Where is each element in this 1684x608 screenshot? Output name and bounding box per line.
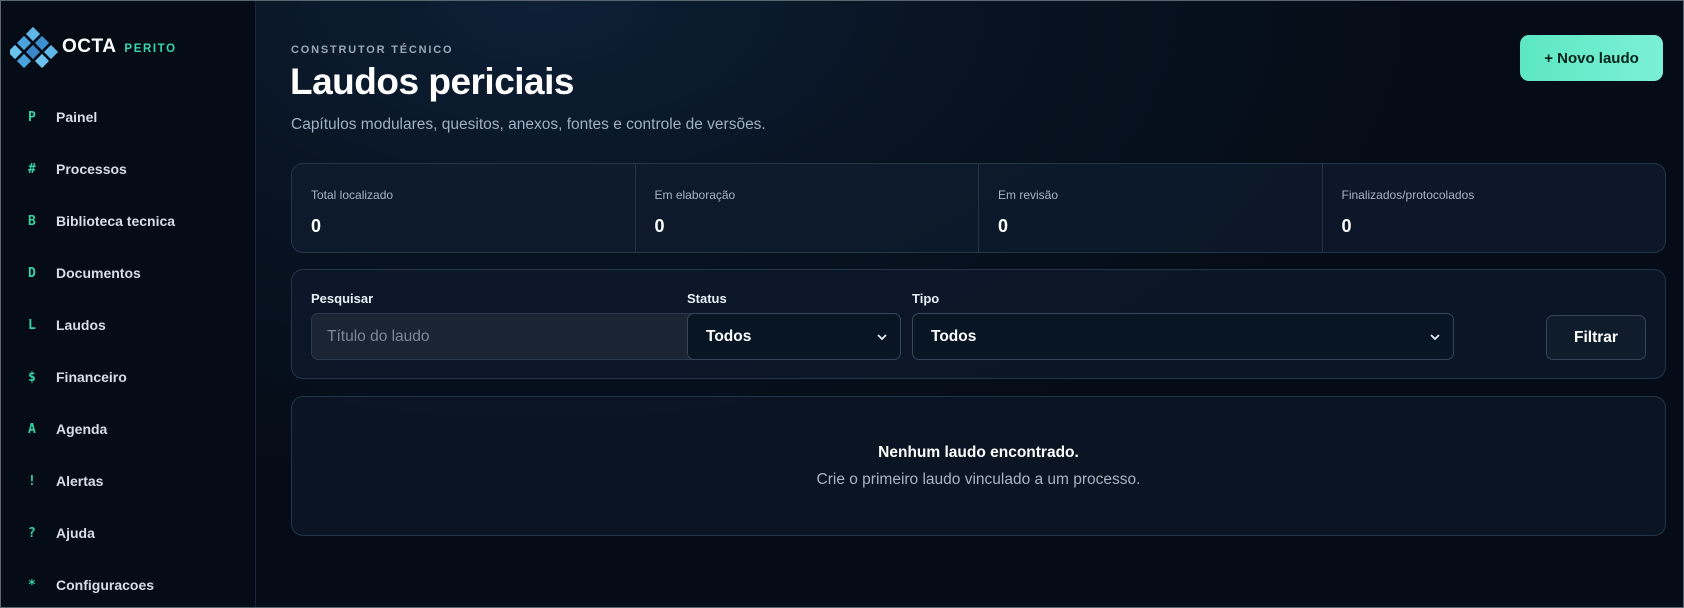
processos-icon: # <box>28 161 36 177</box>
sidebar-item-label: Ajuda <box>56 525 95 541</box>
chevron-down-icon <box>1430 333 1440 340</box>
sidebar-item-label: Painel <box>56 109 98 125</box>
stat-value: 0 <box>1341 216 1352 236</box>
filters-panel: Pesquisar Status Todos Tipo Todos Filtra… <box>291 269 1666 379</box>
brand-name: OCTA <box>62 36 117 57</box>
status-select-value: Todos <box>706 327 752 345</box>
stat-label: Finalizados/protocolados <box>1341 188 1475 202</box>
status-select[interactable]: Todos <box>687 313 901 360</box>
stat-total: Total localizado 0 <box>292 164 636 252</box>
stat-label: Em revisão <box>998 188 1059 202</box>
sidebar-item-biblioteca[interactable]: B Biblioteca tecnica <box>1 195 255 247</box>
stat-label: Total localizado <box>311 188 394 202</box>
sidebar-nav: P Painel # Processos B Biblioteca tecnic… <box>1 91 255 608</box>
new-laudo-button[interactable]: + Novo laudo <box>1520 35 1663 81</box>
sidebar: OCTA PERITO P Painel # Processos B Bibli… <box>1 1 256 607</box>
stats-panel: Total localizado 0 Em elaboração 0 Em re… <box>291 163 1666 253</box>
documentos-icon: D <box>28 265 36 281</box>
sidebar-item-label: Configuracoes <box>56 577 155 593</box>
painel-icon: P <box>28 109 36 125</box>
empty-state: Nenhum laudo encontrado. Crie o primeiro… <box>291 396 1666 536</box>
sidebar-item-processos[interactable]: # Processos <box>1 143 255 195</box>
app-window: OCTA PERITO P Painel # Processos B Bibli… <box>0 0 1684 608</box>
octa-logo-icon <box>10 26 59 68</box>
sidebar-item-label: Processos <box>56 161 127 177</box>
sidebar-item-label: Financeiro <box>56 369 127 385</box>
sidebar-item-laudos[interactable]: L Laudos <box>1 299 255 351</box>
search-input[interactable] <box>311 313 702 360</box>
tipo-label: Tipo <box>912 291 940 306</box>
chevron-down-icon <box>877 333 887 340</box>
biblioteca-icon: B <box>28 213 36 229</box>
sidebar-item-agenda[interactable]: A Agenda <box>1 403 255 455</box>
stat-em-revisao: Em revisão 0 <box>979 164 1323 252</box>
main-content: CONSTRUTOR TÉCNICO Laudos periciais Capí… <box>256 1 1683 607</box>
sidebar-item-documentos[interactable]: D Documentos <box>1 247 255 299</box>
stat-label: Em elaboração <box>654 188 736 202</box>
page-subtitle: Capítulos modulares, quesitos, anexos, f… <box>291 116 766 133</box>
empty-state-text: Crie o primeiro laudo vinculado a um pro… <box>816 471 1141 488</box>
agenda-icon: A <box>28 421 36 437</box>
laudos-icon: L <box>28 317 36 333</box>
ajuda-icon: ? <box>28 525 36 541</box>
tipo-select-value: Todos <box>931 327 977 345</box>
stat-em-elaboracao: Em elaboração 0 <box>636 164 979 252</box>
sidebar-item-label: Agenda <box>56 421 108 437</box>
filter-button[interactable]: Filtrar <box>1546 315 1646 360</box>
page-eyebrow: CONSTRUTOR TÉCNICO <box>291 44 454 56</box>
stat-value: 0 <box>654 216 665 236</box>
sidebar-item-label: Laudos <box>56 317 106 333</box>
page-title: Laudos periciais <box>290 61 575 102</box>
sidebar-item-label: Alertas <box>56 473 104 489</box>
sidebar-item-alertas[interactable]: ! Alertas <box>1 455 255 507</box>
brand-subtitle: PERITO <box>124 42 177 55</box>
sidebar-item-configuracoes[interactable]: * Configuracoes <box>1 559 255 608</box>
sidebar-item-label: Biblioteca tecnica <box>56 213 176 229</box>
sidebar-item-financeiro[interactable]: $ Financeiro <box>1 351 255 403</box>
status-label: Status <box>687 291 727 306</box>
stat-finalizados: Finalizados/protocolados 0 <box>1323 164 1666 252</box>
alertas-icon: ! <box>28 473 36 489</box>
sidebar-item-ajuda[interactable]: ? Ajuda <box>1 507 255 559</box>
sidebar-item-painel[interactable]: P Painel <box>1 91 255 143</box>
stat-value: 0 <box>311 216 322 236</box>
stat-value: 0 <box>998 216 1009 236</box>
financeiro-icon: $ <box>28 369 36 385</box>
tipo-select[interactable]: Todos <box>912 313 1454 360</box>
empty-state-title: Nenhum laudo encontrado. <box>878 444 1079 461</box>
search-label: Pesquisar <box>311 291 374 306</box>
brand-logo[interactable]: OCTA PERITO <box>1 23 255 71</box>
configuracoes-icon: * <box>28 577 36 593</box>
sidebar-item-label: Documentos <box>56 265 141 281</box>
